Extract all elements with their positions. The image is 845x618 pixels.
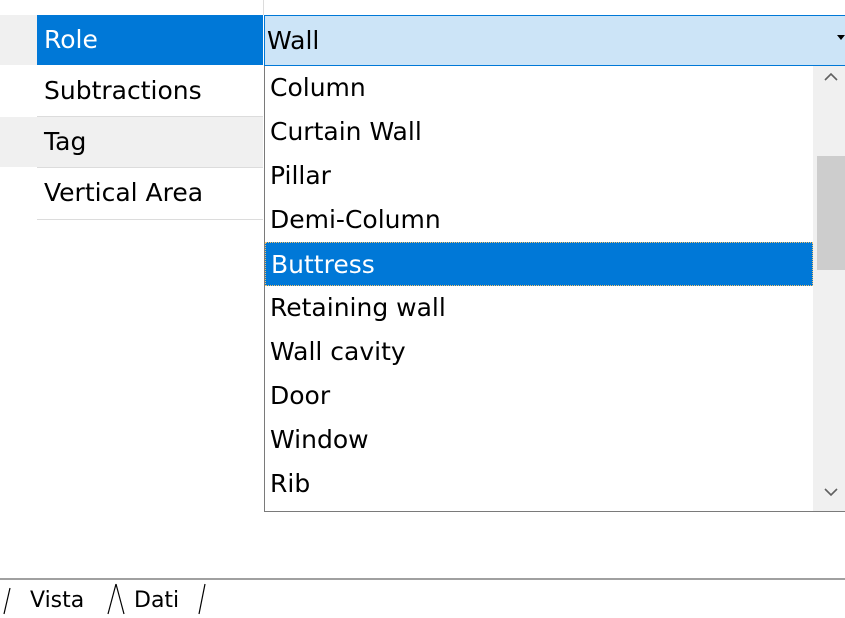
property-row-tag[interactable]: Tag (37, 117, 263, 167)
role-dropdown-list: Column Curtain Wall Pillar Demi-Column B… (264, 66, 845, 512)
scroll-up-button[interactable] (813, 72, 845, 108)
list-item[interactable]: Curtain Wall (265, 110, 813, 154)
chevron-up-icon (824, 72, 838, 81)
property-row-subtractions[interactable]: Subtractions (37, 66, 263, 116)
list-item[interactable]: Retaining wall (265, 286, 813, 330)
chevron-down-icon (824, 488, 838, 497)
tab-dati[interactable]: Dati (134, 588, 179, 614)
list-item[interactable]: Column (265, 66, 813, 110)
row-gutter (0, 117, 37, 167)
list-item[interactable]: Wall cavity (265, 330, 813, 374)
property-label: Tag (44, 127, 87, 156)
scroll-down-button[interactable] (813, 475, 845, 511)
list-item[interactable]: Rib (265, 462, 813, 506)
property-label: Vertical Area (44, 178, 204, 207)
list-item[interactable]: Window (265, 418, 813, 462)
tab-vista[interactable]: Vista (30, 588, 84, 614)
row-gutter (0, 15, 37, 65)
property-editor: Role Subtractions Tag Vertical Area Wall… (0, 0, 845, 618)
role-combobox[interactable]: Wall (264, 15, 845, 66)
list-item[interactable]: Demi-Column (265, 198, 813, 242)
property-row-vertical-area[interactable]: Vertical Area (37, 168, 263, 218)
column-divider (263, 0, 264, 15)
list-item-selected[interactable]: Buttress (265, 242, 813, 286)
scroll-thumb[interactable] (817, 156, 845, 270)
property-label: Subtractions (44, 76, 202, 105)
option-list: Column Curtain Wall Pillar Demi-Column B… (265, 66, 813, 506)
property-label: Role (44, 25, 98, 54)
property-row-role[interactable]: Role (37, 15, 263, 65)
chevron-down-icon[interactable] (837, 35, 845, 40)
list-item[interactable]: Door (265, 374, 813, 418)
tab-outline (3, 583, 206, 615)
combobox-value: Wall (267, 26, 320, 55)
vertical-scrollbar[interactable] (813, 66, 845, 511)
list-item[interactable]: Pillar (265, 154, 813, 198)
sheet-tab-bar: Vista Dati (0, 580, 845, 618)
row-divider (37, 219, 263, 220)
